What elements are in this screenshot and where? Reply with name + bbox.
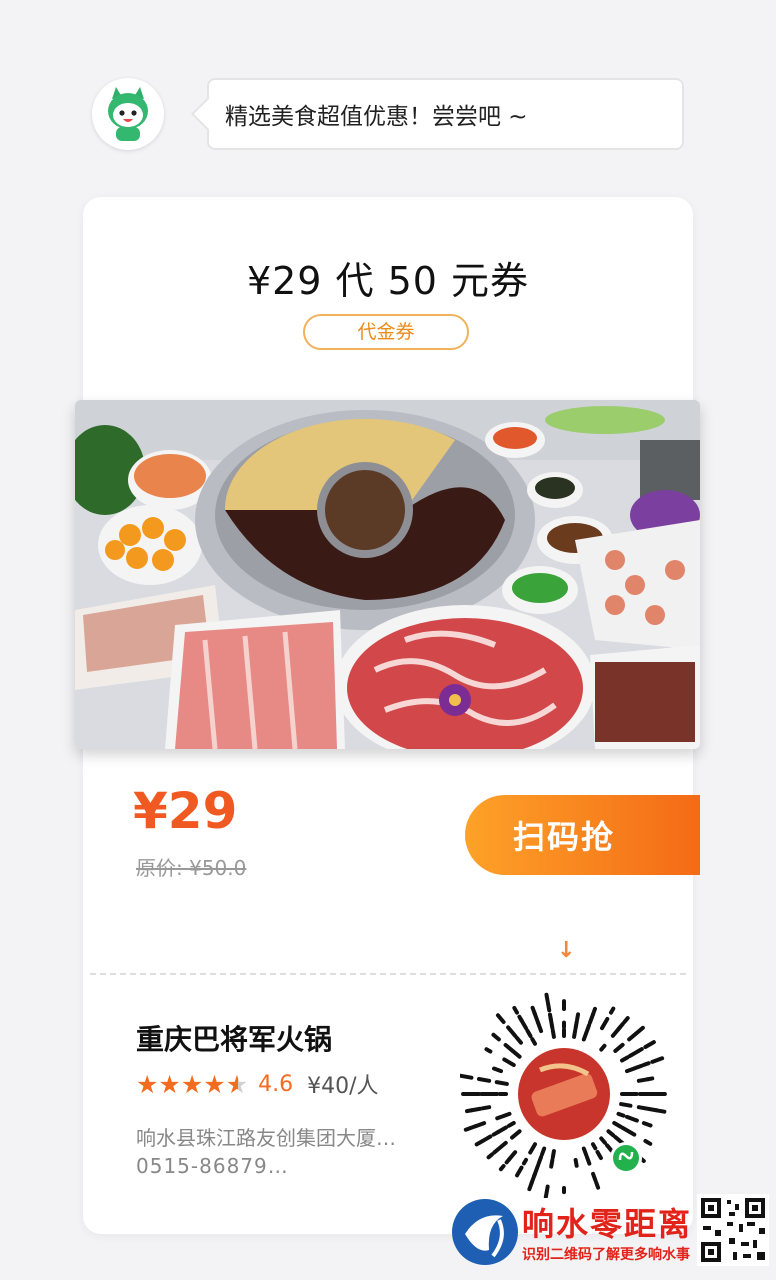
mascot-avatar-icon xyxy=(108,87,148,141)
watermark-title: 响水零距离 xyxy=(522,1205,693,1243)
store-name: 重庆巴将军火锅 xyxy=(136,1023,333,1056)
mini-program-icon xyxy=(613,1145,639,1171)
star-half-icon: ★ xyxy=(225,1069,249,1099)
qr-code-icon[interactable] xyxy=(460,990,668,1198)
coupon-price: ¥29 xyxy=(133,782,238,840)
coupon-type-tag: 代金券 xyxy=(303,314,469,350)
star-icon: ★ xyxy=(158,1069,181,1099)
dashed-divider xyxy=(90,973,686,975)
star-icon: ★ xyxy=(136,1069,159,1099)
scan-grab-label: 扫码抢 xyxy=(513,818,616,856)
hotpot-photo xyxy=(75,400,700,749)
star-icon: ★ xyxy=(180,1069,204,1099)
star-rating: ★★★★★ xyxy=(136,1070,248,1099)
greeting-text: 精选美食超值优惠！尝尝吧 ~ xyxy=(225,104,528,130)
store-phone: 0515-86879… xyxy=(136,1154,289,1178)
star-icon: ★ xyxy=(203,1069,226,1099)
watermark-subtitle: 识别二维码了解更多响水事 xyxy=(522,1247,690,1263)
store-address: 响水县珠江路友创集团大厦… xyxy=(136,1126,396,1150)
rating-row: ★★★★★ 4.6 ¥40/人 xyxy=(136,1068,379,1100)
mascot-avatar xyxy=(92,78,164,150)
coupon-title: ¥29 代 50 元券 xyxy=(246,259,530,303)
price-per-person: ¥40/人 xyxy=(307,1074,379,1099)
rating-score: 4.6 xyxy=(258,1071,294,1097)
original-price: 原价: ¥50.0 xyxy=(136,856,247,880)
scan-grab-button[interactable]: 扫码抢 xyxy=(465,795,700,875)
down-arrow-icon: ↓ xyxy=(557,938,576,963)
greeting-bubble: 精选美食超值优惠！尝尝吧 ~ xyxy=(207,78,684,150)
